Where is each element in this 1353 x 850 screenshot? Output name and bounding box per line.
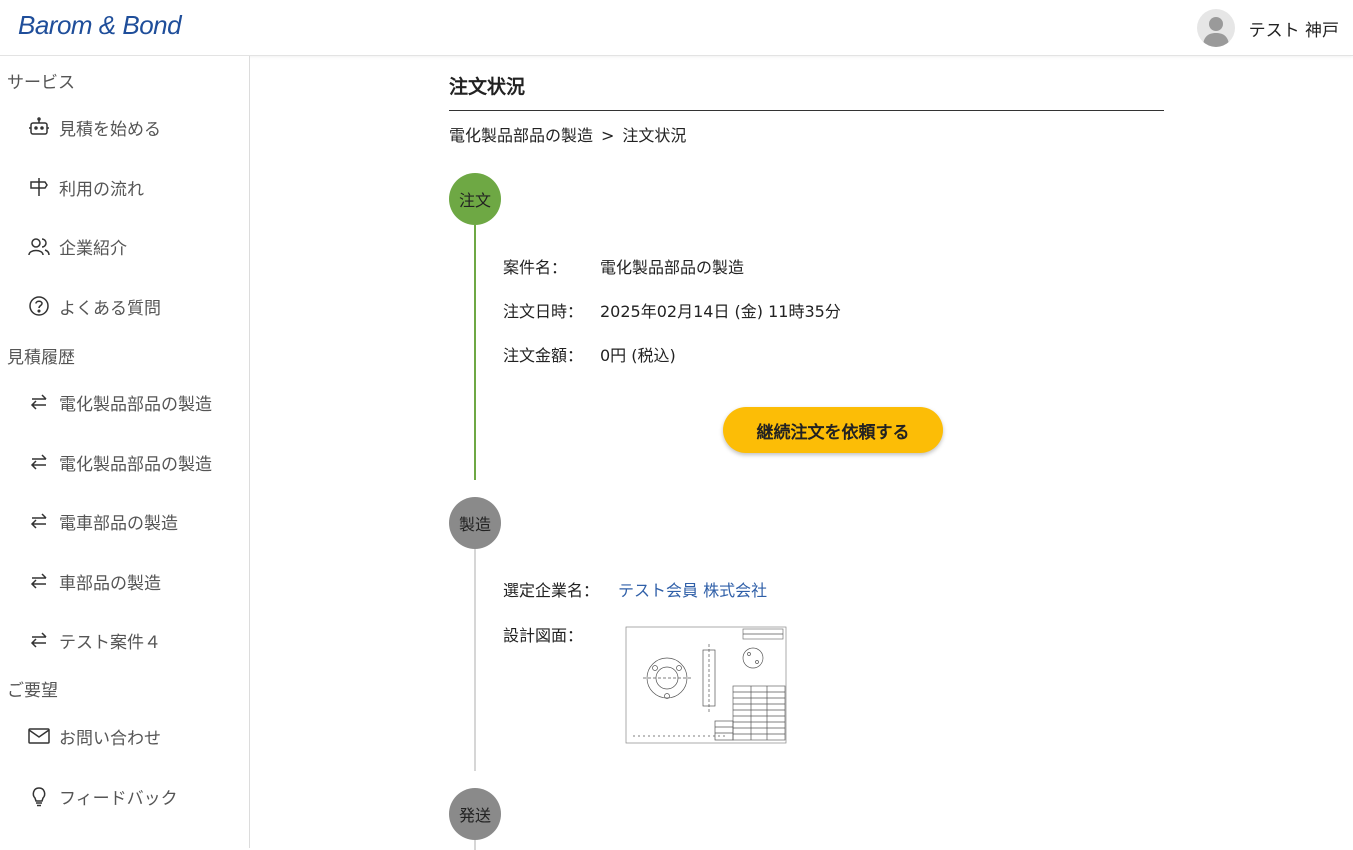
order-date-label: 注文日時： <box>503 302 584 321</box>
users-icon <box>28 238 50 256</box>
drawing-row: 設計図面： <box>503 622 583 646</box>
signpost-icon <box>30 178 48 196</box>
sidebar-item-label: 利用の流れ <box>59 179 144 200</box>
sidebar-item-feedback[interactable]: フィードバック <box>28 781 178 811</box>
breadcrumb-parent[interactable]: 電化製品部品の製造 <box>449 126 593 145</box>
breadcrumb: 電化製品部品の製造 > 注文状況 <box>449 122 686 146</box>
robot-icon <box>29 117 49 135</box>
order-date-row: 注文日時： 2025年02月14日 (金) 11時35分 <box>503 298 841 322</box>
reorder-button[interactable]: 継続注文を依頼する <box>723 407 943 453</box>
order-date-value: 2025年02月14日 (金) 11時35分 <box>600 302 841 321</box>
swap-icon <box>30 394 47 410</box>
breadcrumb-current: 注文状況 <box>622 126 687 145</box>
sidebar-item-label: 見積を始める <box>59 119 161 140</box>
step-manufacturing-line <box>474 549 476 771</box>
sidebar-item-history-3[interactable]: 電車部品の製造 <box>28 506 178 536</box>
swap-icon <box>30 632 47 648</box>
swap-icon <box>30 454 47 470</box>
app-header: Barom & Bond テスト 神戸 <box>0 0 1353 56</box>
order-amount-value: 0円 (税込) <box>600 346 676 365</box>
lightbulb-icon <box>32 787 46 807</box>
order-name-label: 案件名： <box>503 258 568 277</box>
title-divider <box>449 110 1164 111</box>
sidebar-item-label: フィードバック <box>59 788 178 809</box>
step-order-circle: 注文 <box>449 173 501 225</box>
sidebar-item-label: よくある質問 <box>59 298 161 319</box>
sidebar-item-label: 企業紹介 <box>59 238 127 259</box>
order-amount-row: 注文金額： 0円 (税込) <box>503 342 676 366</box>
step-shipping-circle: 発送 <box>449 788 501 840</box>
page-title: 注文状況 <box>449 76 526 98</box>
order-name-value: 電化製品部品の製造 <box>600 258 745 277</box>
swap-icon <box>30 573 47 589</box>
sidebar-item-label: 電化製品部品の製造 <box>59 394 212 415</box>
step-manufacturing-circle: 製造 <box>449 497 501 549</box>
sidebar-item-label: テスト案件４ <box>59 632 161 653</box>
avatar-icon[interactable] <box>1196 9 1235 47</box>
company-label: 選定企業名： <box>503 581 600 600</box>
swap-icon <box>30 513 47 529</box>
sidebar-item-contact[interactable]: お問い合わせ <box>28 721 161 751</box>
sidebar-item-faq[interactable]: よくある質問 <box>28 291 161 321</box>
sidebar-item-history-2[interactable]: 電化製品部品の製造 <box>28 447 212 477</box>
design-drawing-thumbnail[interactable] <box>625 626 787 744</box>
sidebar-item-history-5[interactable]: テスト案件４ <box>28 625 161 655</box>
question-icon <box>29 296 49 316</box>
drawing-label: 設計図面： <box>503 626 584 645</box>
section-label-services: サービス <box>7 73 75 93</box>
breadcrumb-separator: > <box>601 126 615 145</box>
order-amount-label: 注文金額： <box>503 346 584 365</box>
company-row: 選定企業名： テスト会員 株式会社 <box>503 577 767 601</box>
section-label-estimate-history: 見積履歴 <box>7 348 75 368</box>
sidebar-item-label: 電化製品部品の製造 <box>59 454 212 475</box>
brand-logo[interactable]: Barom & Bond <box>18 10 182 41</box>
sidebar-item-label: お問い合わせ <box>59 728 161 749</box>
company-link[interactable]: テスト会員 株式会社 <box>618 581 767 600</box>
user-name[interactable]: テスト 神戸 <box>1249 16 1339 41</box>
section-label-requests: ご要望 <box>7 681 58 701</box>
sidebar-item-history-4[interactable]: 車部品の製造 <box>28 566 161 596</box>
order-name-row: 案件名： 電化製品部品の製造 <box>503 254 744 278</box>
sidebar-item-start-estimate[interactable]: 見積を始める <box>28 112 161 142</box>
user-menu[interactable]: テスト 神戸 <box>1196 9 1339 47</box>
sidebar-item-label: 車部品の製造 <box>59 573 161 594</box>
sidebar-item-history-1[interactable]: 電化製品部品の製造 <box>28 387 212 417</box>
sidebar-item-usage-flow[interactable]: 利用の流れ <box>28 172 144 202</box>
sidebar: サービス 見積を始める 利用の流れ 企業紹介 よくある質問 見積履歴 電化製品部… <box>0 56 250 848</box>
step-shipping-line <box>474 840 476 850</box>
sidebar-item-label: 電車部品の製造 <box>59 513 178 534</box>
mail-icon <box>28 728 50 744</box>
sidebar-item-company-intro[interactable]: 企業紹介 <box>28 231 127 261</box>
step-order-line <box>474 225 476 480</box>
